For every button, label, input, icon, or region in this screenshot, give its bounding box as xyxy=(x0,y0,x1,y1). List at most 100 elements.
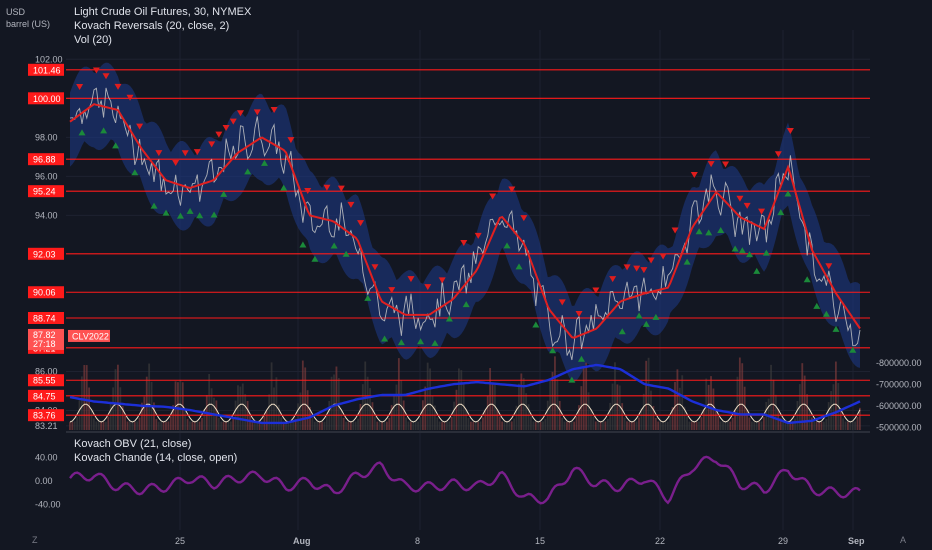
volume-bar xyxy=(313,421,316,430)
volume-bar xyxy=(729,421,732,430)
symbol-title[interactable]: Light Crude Oil Futures, 30, NYMEX xyxy=(74,5,251,19)
volume-bar xyxy=(371,402,374,430)
time-tick-label: 8 xyxy=(415,536,420,546)
volume-bar xyxy=(136,421,139,430)
volume-bar xyxy=(534,421,537,430)
price-tick-label: 83.21 xyxy=(35,421,58,431)
volume-bar xyxy=(599,422,602,430)
volume-bar xyxy=(604,421,607,430)
volume-bar xyxy=(705,378,708,430)
volume-bar xyxy=(503,421,506,430)
volume-bar xyxy=(554,356,556,430)
volume-bar xyxy=(594,421,597,430)
auto-scale-button[interactable]: A xyxy=(900,535,906,545)
volume-bar xyxy=(412,422,415,430)
volume-bar xyxy=(748,417,751,430)
volume-bar xyxy=(563,421,566,430)
volume-bar xyxy=(741,363,744,430)
volume-bar xyxy=(227,421,230,430)
volume-bar xyxy=(157,421,160,430)
volume-bar xyxy=(731,417,734,430)
volume-bar xyxy=(666,421,669,430)
volume-bar xyxy=(177,382,179,430)
volume-bar xyxy=(568,422,571,430)
volume-bar xyxy=(201,418,203,430)
symbol-tag-text: CLV2022 xyxy=(72,331,109,341)
price-level-tag-text: 84.75 xyxy=(33,391,56,401)
volume-bar xyxy=(830,391,832,430)
volume-bar xyxy=(424,386,427,430)
volume-bar xyxy=(349,422,352,430)
bar-countdown: 27:18 xyxy=(33,339,56,349)
volume-bar xyxy=(782,421,784,430)
indicator-volume[interactable]: Vol (20) xyxy=(74,33,251,47)
indicator-kovach-reversals[interactable]: Kovach Reversals (20, close, 2) xyxy=(74,19,251,33)
volume-bar xyxy=(746,409,748,430)
volume-bar xyxy=(208,374,211,430)
volume-bar xyxy=(758,421,760,430)
zoom-button[interactable]: Z xyxy=(32,535,38,545)
volume-bar xyxy=(441,421,443,430)
volume-bar xyxy=(330,376,333,430)
volume-bar xyxy=(657,421,660,430)
volume-bar xyxy=(592,416,595,430)
volume-bar xyxy=(145,376,148,430)
volume-bar xyxy=(537,422,540,430)
osc-left-tick: 40.00 xyxy=(35,453,58,463)
volume-bar xyxy=(112,387,115,430)
volume-bar xyxy=(409,421,412,430)
volume-bar xyxy=(686,416,688,430)
chart-canvas[interactable]: 102.0098.0096.0094.0086.0084.0083.21101.… xyxy=(0,0,932,550)
volume-bar xyxy=(530,416,532,430)
osc-left-tick: 0.00 xyxy=(35,476,53,486)
volume-bar xyxy=(407,421,410,430)
volume-bar xyxy=(268,394,271,430)
volume-bar xyxy=(395,384,398,430)
volume-bar xyxy=(676,369,679,430)
volume-bar xyxy=(366,376,369,430)
volume-bar xyxy=(539,421,542,430)
price-level-tag-text: 95.24 xyxy=(33,187,56,197)
volume-bar xyxy=(486,395,489,430)
volume-bar xyxy=(710,376,712,430)
volume-bar xyxy=(105,421,107,430)
volume-bar xyxy=(700,417,703,430)
volume-bar xyxy=(438,421,441,430)
volume-bar xyxy=(369,388,371,430)
volume-bar xyxy=(832,384,835,430)
volume-bar xyxy=(93,418,95,430)
volume-bar xyxy=(345,421,347,430)
volume-bar xyxy=(333,374,335,430)
volume-bar xyxy=(107,416,110,430)
unit-measure: barrel (US) xyxy=(6,19,51,29)
volume-bar xyxy=(642,393,645,430)
volume-bar xyxy=(359,403,362,430)
volume-bar xyxy=(88,387,91,430)
volume-bar xyxy=(445,421,448,430)
volume-bar xyxy=(508,421,511,430)
indicator-kovach-chande[interactable]: Kovach Chande (14, close, open) xyxy=(74,451,237,465)
volume-bar xyxy=(222,421,225,430)
volume-bar xyxy=(570,421,573,430)
volume-bar xyxy=(443,422,446,430)
volume-bar xyxy=(289,421,292,430)
volume-bar xyxy=(244,394,247,430)
volume-bar xyxy=(160,421,163,430)
volume-bar xyxy=(472,421,475,430)
volume-bar xyxy=(385,421,388,430)
volume-bar xyxy=(90,410,93,430)
volume-bar xyxy=(474,422,477,430)
volume-bar xyxy=(217,417,220,430)
volume-bar xyxy=(76,417,79,430)
volume-bar xyxy=(724,422,727,430)
volume-bar xyxy=(229,421,232,430)
volume-bar xyxy=(638,417,640,430)
volume-bar xyxy=(717,416,720,430)
volume-bar xyxy=(635,421,638,430)
volume-bar xyxy=(813,421,816,430)
volume-bar xyxy=(304,367,307,430)
volume-bar xyxy=(129,421,131,430)
price-unit-label: USD barrel (US) xyxy=(6,6,50,30)
indicator-kovach-obv[interactable]: Kovach OBV (21, close) xyxy=(74,437,237,451)
volume-bar xyxy=(621,403,624,430)
